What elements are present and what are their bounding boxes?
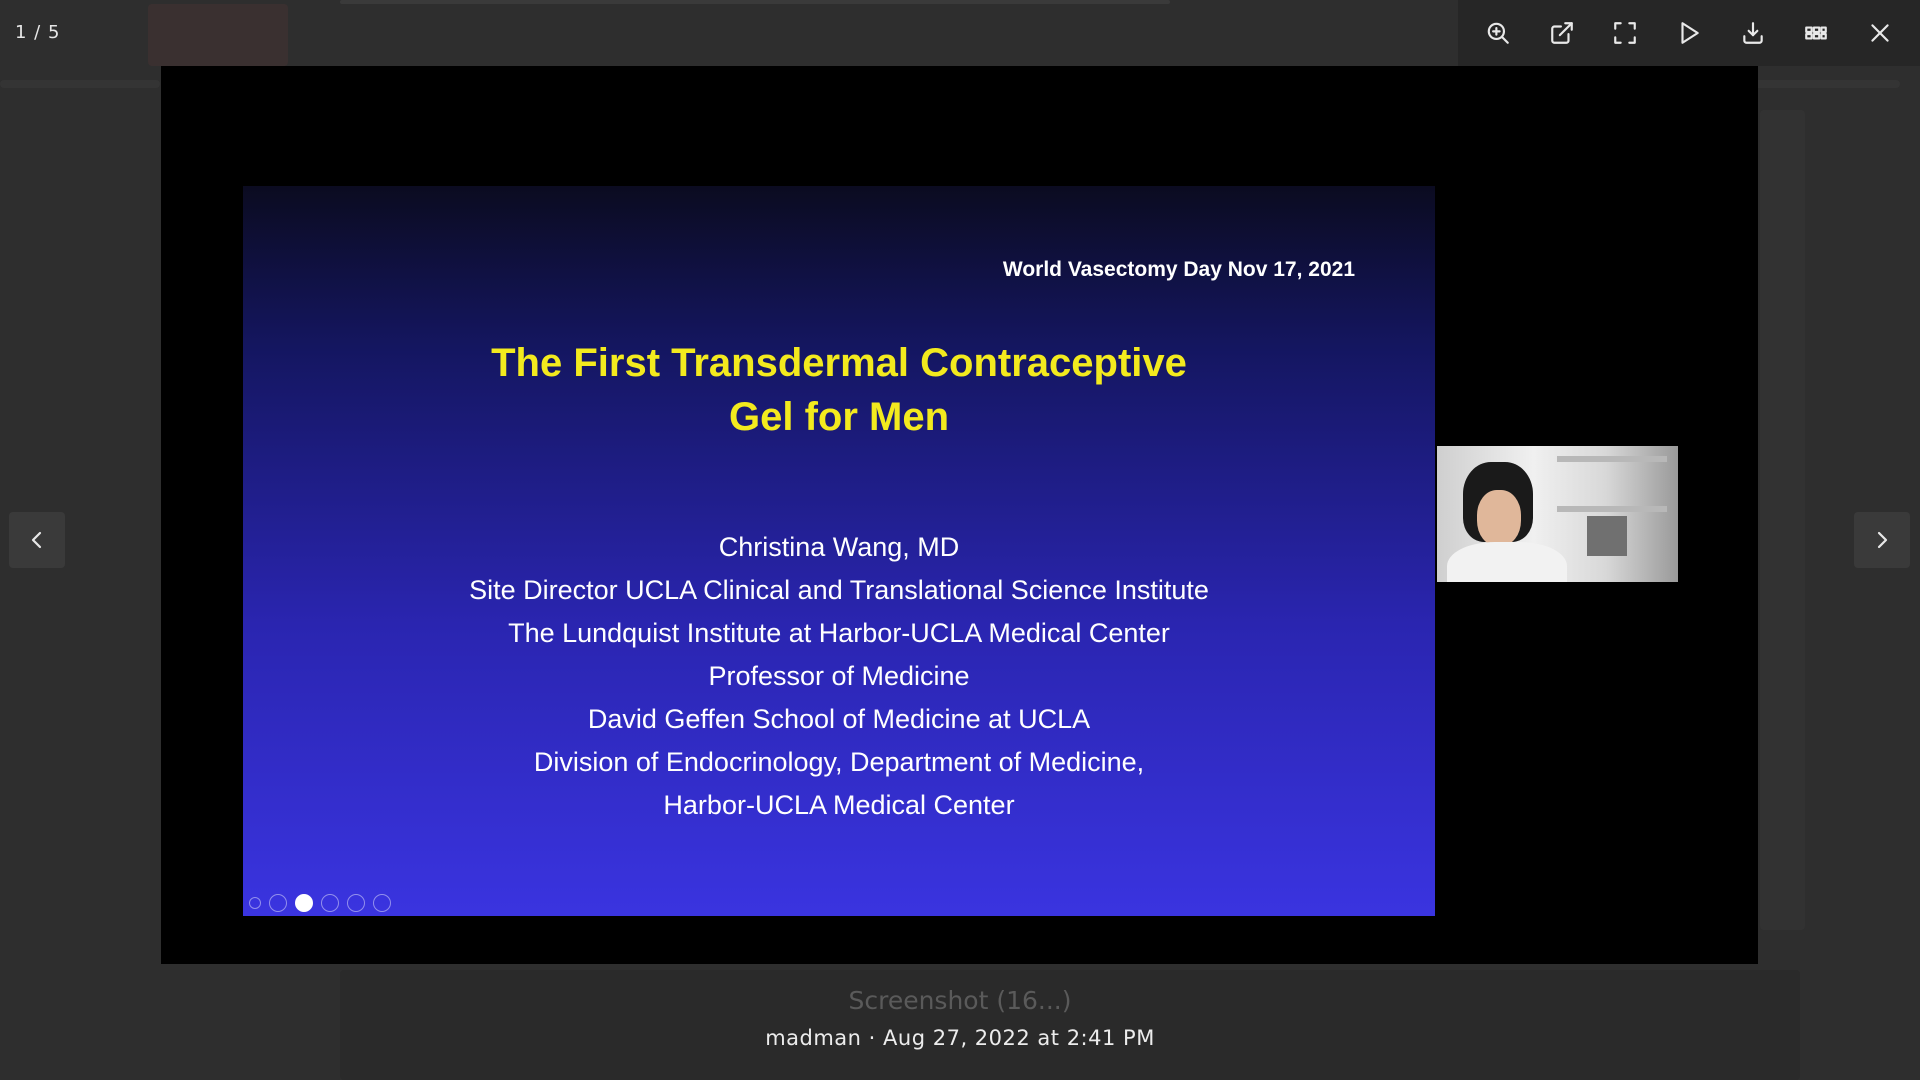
background-shelf	[1557, 506, 1667, 512]
previous-image-button[interactable]	[9, 512, 65, 568]
close-button[interactable]	[1858, 11, 1902, 55]
author-line: Harbor-UCLA Medical Center	[663, 790, 1015, 820]
caption-timestamp: Aug 27, 2022 at 2:41 PM	[883, 1026, 1155, 1050]
lab-equipment	[1587, 516, 1627, 556]
presentation-controls	[249, 894, 391, 912]
magnifier-plus-icon	[1487, 22, 1509, 44]
presentation-slide: World Vasectomy Day Nov 17, 2021 The Fir…	[243, 186, 1435, 916]
background-line	[0, 80, 160, 88]
image-caption: madman · Aug 27, 2022 at 2:41 PM	[0, 1026, 1920, 1050]
image-filename: Screenshot (16...)	[848, 986, 1072, 1015]
more-control-icon	[373, 894, 391, 912]
control-dot-icon	[249, 897, 261, 909]
background-sidebar	[1760, 110, 1805, 930]
download-icon	[1742, 22, 1763, 44]
slide-title: The First Transdermal Contraceptive Gel …	[243, 336, 1435, 444]
caption-author: madman	[765, 1026, 862, 1050]
chevron-right-icon	[1877, 531, 1888, 549]
external-link-icon	[1550, 22, 1573, 44]
pen-control-icon	[295, 894, 313, 912]
lightbox-toolbar	[1458, 0, 1920, 66]
slideshow-button[interactable]	[1667, 11, 1711, 55]
slide-author-block: Christina Wang, MD Site Director UCLA Cl…	[243, 526, 1435, 827]
author-line: David Geffen School of Medicine at UCLA	[587, 704, 1091, 734]
zoom-control-icon	[347, 894, 365, 912]
open-external-button[interactable]	[1540, 11, 1584, 55]
background-bar	[340, 0, 1170, 4]
caption-separator: ·	[868, 1026, 876, 1050]
slide-title-line: Gel for Men	[728, 395, 950, 439]
author-line: Christina Wang, MD	[718, 532, 960, 562]
author-line: Division of Endocrinology, Department of…	[533, 747, 1145, 777]
speaker-video-thumbnail	[1437, 446, 1678, 582]
speaker-body	[1447, 542, 1567, 582]
image-viewer[interactable]: World Vasectomy Day Nov 17, 2021 The Fir…	[161, 66, 1758, 964]
chevron-left-icon	[31, 531, 42, 549]
thumbnails-button[interactable]	[1794, 11, 1838, 55]
image-counter: 1 / 5	[15, 22, 61, 43]
background-line	[1740, 80, 1900, 88]
author-line: Site Director UCLA Clinical and Translat…	[469, 575, 1209, 605]
slide-title-line: The First Transdermal Contraceptive	[491, 341, 1187, 385]
next-image-button[interactable]	[1854, 512, 1910, 568]
slide-date: World Vasectomy Day Nov 17, 2021	[1002, 258, 1355, 281]
zoom-in-button[interactable]	[1476, 11, 1520, 55]
play-icon	[1681, 22, 1699, 44]
background-thumbnail	[148, 4, 288, 66]
grid-icon	[1805, 26, 1828, 40]
author-line: The Lundquist Institute at Harbor-UCLA M…	[508, 618, 1170, 648]
fullscreen-icon	[1614, 22, 1637, 44]
download-button[interactable]	[1731, 11, 1775, 55]
speaker-face	[1477, 490, 1521, 546]
control-circle-icon	[269, 894, 287, 912]
background-shelf	[1557, 456, 1667, 462]
fullscreen-button[interactable]	[1603, 11, 1647, 55]
close-icon	[1871, 24, 1889, 42]
control-circle-icon	[321, 894, 339, 912]
author-line: Professor of Medicine	[708, 661, 970, 691]
